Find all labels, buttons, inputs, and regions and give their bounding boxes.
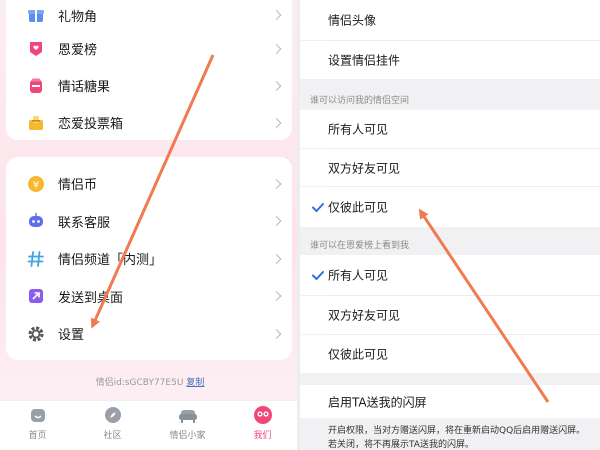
ranking-option-everyone[interactable]: 所有人可见 bbox=[300, 255, 600, 295]
compass-icon bbox=[103, 405, 123, 425]
checkmark-icon bbox=[312, 266, 324, 285]
settings-card: ¥ 情侣币 联系客服 情侣频道「内测」 发送到桌面 设置 bbox=[6, 157, 292, 360]
chevron-right-icon bbox=[271, 43, 282, 54]
menu-label: 恋爱投票箱 bbox=[58, 117, 124, 132]
tab-home[interactable]: 首页 bbox=[0, 401, 75, 450]
couple-id-line: 情侣id:sGCBY77E5U 复制 bbox=[0, 375, 300, 388]
section-header-ranking-visibility: 谁可以在恩爱榜上看到我 bbox=[310, 241, 410, 251]
option-label: 双方好友可见 bbox=[328, 308, 401, 323]
menu-label: 发送到桌面 bbox=[58, 290, 124, 306]
tab-community[interactable]: 社区 bbox=[75, 401, 150, 450]
option-label: 所有人可见 bbox=[328, 268, 389, 283]
menu-label: 恩爱榜 bbox=[58, 43, 98, 58]
space-option-everyone[interactable]: 所有人可见 bbox=[300, 110, 600, 148]
space-option-mutual-friends[interactable]: 双方好友可见 bbox=[300, 149, 600, 186]
ranking-badge-icon bbox=[26, 39, 46, 59]
tab-label: 首页 bbox=[28, 431, 47, 441]
yen-coin-icon: ¥ bbox=[26, 174, 46, 194]
tab-label: 情侣小家 bbox=[169, 431, 206, 441]
item-label: 情侣头像 bbox=[328, 13, 377, 28]
menu-item-customer-service[interactable]: 联系客服 bbox=[6, 203, 292, 241]
space-option-each-other-only[interactable]: 仅彼此可见 bbox=[300, 187, 600, 227]
ranking-option-mutual-friends[interactable]: 双方好友可见 bbox=[300, 296, 600, 334]
chevron-right-icon bbox=[271, 291, 282, 302]
chevron-right-icon bbox=[271, 253, 282, 264]
checkmark-icon bbox=[312, 198, 324, 217]
menu-item-love-ballot-box[interactable]: 恋爱投票箱 bbox=[6, 104, 292, 141]
item-label: 设置情侣挂件 bbox=[328, 53, 401, 68]
gift-icon bbox=[26, 5, 46, 25]
ballot-box-icon bbox=[26, 113, 46, 133]
menu-label: 联系客服 bbox=[58, 215, 111, 231]
menu-label: 情侣频道「内测」 bbox=[58, 253, 163, 269]
menu-label: 设置 bbox=[58, 328, 85, 344]
tab-label: 我们 bbox=[253, 431, 272, 441]
tab-couple-home[interactable]: 情侣小家 bbox=[150, 401, 225, 450]
chevron-right-icon bbox=[271, 216, 282, 227]
option-label: 所有人可见 bbox=[328, 122, 389, 137]
menu-item-gift-corner[interactable]: 礼物角 bbox=[6, 0, 292, 30]
couple-pendant-item[interactable]: 设置情侣挂件 bbox=[300, 41, 600, 79]
svg-text:¥: ¥ bbox=[33, 180, 39, 191]
home-icon bbox=[28, 405, 48, 425]
menu-label: 情话糖果 bbox=[58, 80, 111, 95]
chevron-right-icon bbox=[271, 10, 282, 20]
option-label: 双方好友可见 bbox=[328, 161, 401, 175]
flash-screen-toggle-item[interactable]: 启用TA送我的闪屏 bbox=[300, 385, 600, 419]
ranking-option-each-other-only[interactable]: 仅彼此可见 bbox=[300, 335, 600, 373]
section-header-space-access: 谁可以访问我的情侣空间 bbox=[310, 96, 410, 106]
hashtag-icon bbox=[26, 249, 46, 269]
send-to-desktop-icon bbox=[26, 286, 46, 306]
gear-icon bbox=[26, 324, 46, 344]
chevron-right-icon bbox=[271, 80, 282, 91]
chevron-right-icon bbox=[271, 117, 282, 128]
menu-item-couple-coins[interactable]: ¥ 情侣币 bbox=[6, 165, 292, 203]
couple-avatar-item[interactable]: 情侣头像 bbox=[300, 0, 600, 40]
option-label: 仅彼此可见 bbox=[328, 200, 389, 215]
flash-screen-note: 开启权限，当对方赠送闪屏，将在重新启动QQ后启用赠送闪屏。若关闭，将不再展示TA… bbox=[300, 418, 600, 450]
left-panel: 礼物角 恩爱榜 情话糖果 恋爱投票箱 ¥ 情侣币 联系客服 情侣频道「内测」 发… bbox=[0, 0, 300, 450]
menu-item-love-ranking[interactable]: 恩爱榜 bbox=[6, 30, 292, 67]
chevron-right-icon bbox=[271, 328, 282, 339]
tab-us[interactable]: 我们 bbox=[225, 401, 300, 450]
right-panel-privacy-settings: 情侣头像 设置情侣挂件 谁可以访问我的情侣空间 所有人可见 双方好友可见 仅彼此… bbox=[300, 0, 600, 450]
option-label: 仅彼此可见 bbox=[328, 347, 389, 362]
menu-item-couple-channel[interactable]: 情侣频道「内测」 bbox=[6, 240, 292, 278]
tab-label: 社区 bbox=[103, 431, 122, 441]
menu-label: 礼物角 bbox=[58, 9, 98, 25]
menu-label: 情侣币 bbox=[58, 178, 98, 194]
item-label: 启用TA送我的闪屏 bbox=[328, 395, 427, 410]
sofa-icon bbox=[178, 405, 198, 425]
chevron-right-icon bbox=[271, 178, 282, 189]
couple-id-text: 情侣id:sGCBY77E5U bbox=[95, 378, 184, 388]
couple-avatar-icon bbox=[253, 405, 273, 425]
robot-service-icon bbox=[26, 211, 46, 231]
features-card: 礼物角 恩爱榜 情话糖果 恋爱投票箱 bbox=[6, 0, 292, 140]
copy-link[interactable]: 复制 bbox=[186, 378, 204, 388]
candy-jar-icon bbox=[26, 76, 46, 96]
menu-item-settings[interactable]: 设置 bbox=[6, 315, 292, 353]
menu-item-send-to-desktop[interactable]: 发送到桌面 bbox=[6, 278, 292, 316]
bottom-tab-bar: 首页 社区 情侣小家 我们 bbox=[0, 400, 300, 450]
menu-item-sweet-talk-candy[interactable]: 情话糖果 bbox=[6, 67, 292, 104]
